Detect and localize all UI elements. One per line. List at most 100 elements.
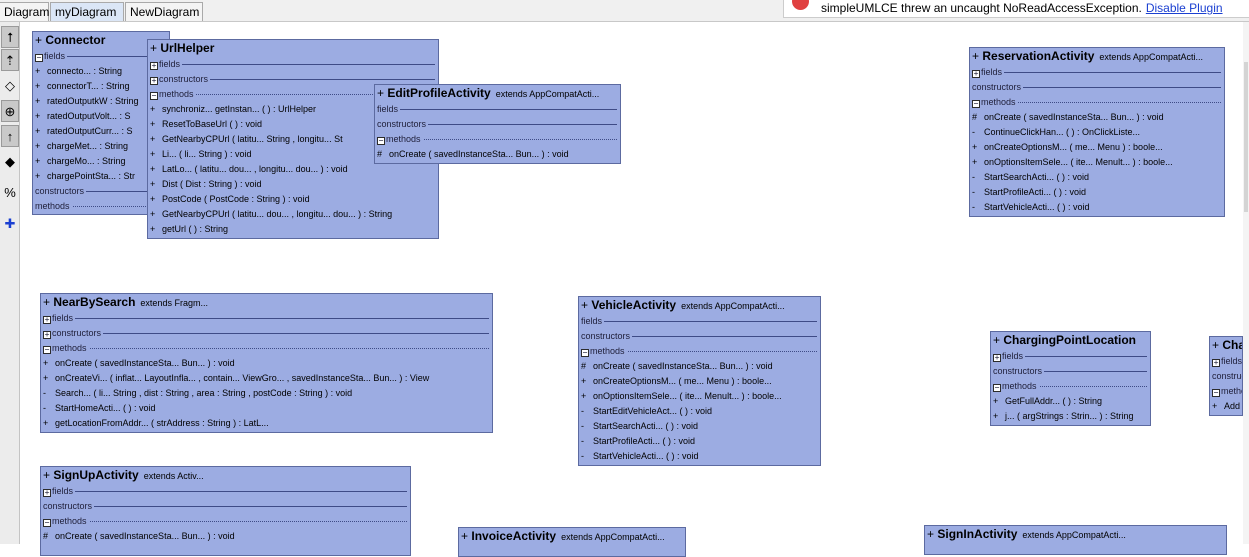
scrollbar-thumb[interactable] bbox=[1244, 62, 1248, 212]
member-row[interactable]: - StartProfileActi... ( ) : void bbox=[579, 434, 820, 449]
class-header: + SignInActivity extends AppCompatActi... bbox=[925, 526, 1226, 543]
constructors-section[interactable]: constructors bbox=[1210, 369, 1242, 384]
collapse-minus-icon[interactable]: − bbox=[993, 384, 1001, 392]
expand-plus-icon[interactable]: + bbox=[43, 331, 51, 339]
collapse-minus-icon[interactable]: − bbox=[581, 349, 589, 357]
member-row[interactable]: # onCreate ( savedInstanceSta... Bun... )… bbox=[375, 147, 620, 162]
expand-plus-icon[interactable]: + bbox=[43, 316, 51, 324]
member-row[interactable]: + PostCode ( PostCode : String ) : void bbox=[148, 192, 438, 207]
member-row[interactable]: + getLocationFromAddr... ( strAddress : S… bbox=[41, 416, 492, 431]
class-vehicleactivity[interactable]: + VehicleActivity extends AppCompatActi..… bbox=[578, 296, 821, 466]
class-name: Cha bbox=[1222, 338, 1243, 352]
fields-section[interactable]: fields bbox=[579, 314, 820, 329]
fields-section[interactable]: fields bbox=[375, 102, 620, 117]
tab-newdiagram[interactable]: NewDiagram bbox=[125, 2, 203, 21]
collapse-minus-icon[interactable]: − bbox=[43, 346, 51, 354]
member-row[interactable]: - StartSearchActi... ( ) : void bbox=[970, 170, 1224, 185]
member-row[interactable]: + Dist ( Dist : String ) : void bbox=[148, 177, 438, 192]
section-label: fields bbox=[44, 51, 66, 61]
visibility: # bbox=[581, 361, 587, 371]
constructors-section[interactable]: constructors bbox=[41, 499, 410, 514]
disable-plugin-link[interactable]: Disable Plugin bbox=[1146, 1, 1223, 15]
member-row[interactable]: + LatLo... ( latitu... dou... , longitu..… bbox=[148, 162, 438, 177]
member-row[interactable]: - ContinueClickHan... ( ) : OnClickListe.… bbox=[970, 125, 1224, 140]
methods-section[interactable]: −methods bbox=[375, 132, 620, 147]
member-row[interactable]: + j... ( argStrings : Strin... ) : String bbox=[991, 409, 1150, 424]
visibility: - bbox=[43, 403, 46, 413]
fields-section[interactable]: + fields bbox=[41, 311, 492, 326]
constructors-section[interactable]: constructors bbox=[991, 364, 1150, 379]
class-invoiceactivity[interactable]: + InvoiceActivity extends AppCompatActi..… bbox=[458, 527, 686, 557]
member-row[interactable]: + GetNearbyCPUrl ( latitu... dou... , lon… bbox=[148, 207, 438, 222]
collapse-minus-icon[interactable]: − bbox=[377, 137, 385, 145]
member-row[interactable]: + onCreateOptionsM... ( me... Menu ) : bo… bbox=[579, 374, 820, 389]
methods-section[interactable]: −methods bbox=[1210, 384, 1242, 399]
section-label: constructors bbox=[972, 82, 1024, 92]
collapse-minus-icon[interactable]: − bbox=[35, 54, 43, 62]
member-row[interactable]: + onCreateOptionsM... ( me... Menu ) : bo… bbox=[970, 140, 1224, 155]
dependency-arrow-icon[interactable]: ↑ bbox=[1, 125, 19, 147]
member-row[interactable]: - StartVehicleActi... ( ) : void bbox=[579, 449, 820, 464]
member-row[interactable]: # onCreate ( savedInstanceSta... Bun... )… bbox=[579, 359, 820, 374]
member-row[interactable]: # onCreate ( savedInstanceSta... Bun... )… bbox=[41, 529, 410, 544]
expand-plus-icon[interactable]: + bbox=[972, 70, 980, 78]
generalization-arrow-icon[interactable]: ⭡ bbox=[1, 26, 19, 48]
member-row[interactable]: - StartVehicleActi... ( ) : void bbox=[970, 200, 1224, 215]
collapse-minus-icon[interactable]: − bbox=[972, 100, 980, 108]
methods-section[interactable]: −methods bbox=[970, 95, 1224, 110]
class-editprofileactivity[interactable]: + EditProfileActivity extends AppCompatAc… bbox=[374, 84, 621, 164]
fields-section[interactable]: + fields bbox=[970, 65, 1224, 80]
member-row[interactable]: - StartSearchActi... ( ) : void bbox=[579, 419, 820, 434]
add-class-icon[interactable]: ✚ bbox=[1, 212, 19, 234]
member-text: ContinueClickHan... ( ) : OnClickListe..… bbox=[984, 127, 1141, 137]
member-row[interactable]: + onOptionsItemSele... ( ite... Menult...… bbox=[970, 155, 1224, 170]
composition-icon[interactable]: ◆ bbox=[1, 150, 19, 172]
member-row[interactable]: - StartEditVehicleAct... ( ) : void bbox=[579, 404, 820, 419]
member-row[interactable]: - StartHomeActi... ( ) : void bbox=[41, 401, 492, 416]
member-row[interactable]: + GetFullAddr... ( ) : String bbox=[991, 394, 1150, 409]
member-row[interactable]: # onCreate ( savedInstanceSta... Bun... )… bbox=[970, 110, 1224, 125]
fields-section[interactable]: + fields bbox=[41, 484, 410, 499]
member-row[interactable]: + onCreateVi... ( inflat... LayoutInfla..… bbox=[41, 371, 492, 386]
class-signupactivity[interactable]: + SignUpActivity extends Activ... + fields… bbox=[40, 466, 411, 556]
implementation-arrow-icon[interactable]: ⇡ bbox=[1, 49, 19, 71]
collapse-minus-icon[interactable]: − bbox=[1212, 389, 1220, 397]
percent-assoc-icon[interactable]: % bbox=[1, 181, 19, 203]
class-nearbysearch[interactable]: + NearBySearch extends Fragm... + fields +… bbox=[40, 293, 493, 433]
expand-plus-icon[interactable]: + bbox=[993, 354, 1001, 362]
expand-plus-icon[interactable]: + bbox=[43, 489, 51, 497]
member-row[interactable]: - StartProfileActi... ( ) : void bbox=[970, 185, 1224, 200]
collapse-minus-icon[interactable]: − bbox=[150, 92, 158, 100]
member-row[interactable]: + getUrl ( ) : String bbox=[148, 222, 438, 237]
member-row[interactable]: + Add bbox=[1210, 399, 1242, 414]
collapse-minus-icon[interactable]: − bbox=[43, 519, 51, 527]
methods-section[interactable]: −methods bbox=[41, 514, 410, 529]
member-row[interactable]: + onCreate ( savedInstanceSta... Bun... )… bbox=[41, 356, 492, 371]
methods-section[interactable]: −methods bbox=[41, 341, 492, 356]
constructors-section[interactable]: constructors bbox=[970, 80, 1224, 95]
tab-mydiagram[interactable]: myDiagram bbox=[50, 2, 124, 21]
methods-section[interactable]: −methods bbox=[579, 344, 820, 359]
class-reservationactivity[interactable]: + ReservationActivity extends AppCompatAc… bbox=[969, 47, 1225, 217]
constructors-section[interactable]: constructors bbox=[375, 117, 620, 132]
constructors-section[interactable]: + constructors bbox=[41, 326, 492, 341]
fields-section[interactable]: + fields bbox=[148, 57, 438, 72]
member-text: GetNearbyCPUrl ( latitu... String , long… bbox=[162, 134, 343, 144]
expand-plus-icon[interactable]: + bbox=[150, 62, 158, 70]
tab-diagram[interactable]: Diagram bbox=[0, 2, 49, 21]
diagram-toolbar: ⭡ ⇡ ◇ ⊕ ↑ ◆ % ✚ bbox=[0, 22, 20, 544]
class-signinactivity[interactable]: + SignInActivity extends AppCompatActi... bbox=[924, 525, 1227, 555]
fields-section[interactable]: + fields bbox=[1210, 354, 1242, 369]
vertical-scrollbar[interactable] bbox=[1243, 22, 1249, 544]
constructors-section[interactable]: constructors bbox=[579, 329, 820, 344]
expand-plus-icon[interactable]: + bbox=[150, 77, 158, 85]
member-row[interactable]: - Search... ( li... String , dist : Strin… bbox=[41, 386, 492, 401]
class-chargingpointlocation[interactable]: + ChargingPointLocation + fields construc… bbox=[990, 331, 1151, 426]
methods-section[interactable]: −methods bbox=[991, 379, 1150, 394]
member-row[interactable]: + onOptionsItemSele... ( ite... Menult...… bbox=[579, 389, 820, 404]
nested-icon[interactable]: ⊕ bbox=[1, 100, 19, 122]
association-icon[interactable]: ◇ bbox=[1, 74, 19, 96]
expand-plus-icon[interactable]: + bbox=[1212, 359, 1220, 367]
class-partial-cha[interactable]: + Cha +fields constructors −methods +Add bbox=[1209, 336, 1243, 416]
fields-section[interactable]: + fields bbox=[991, 349, 1150, 364]
